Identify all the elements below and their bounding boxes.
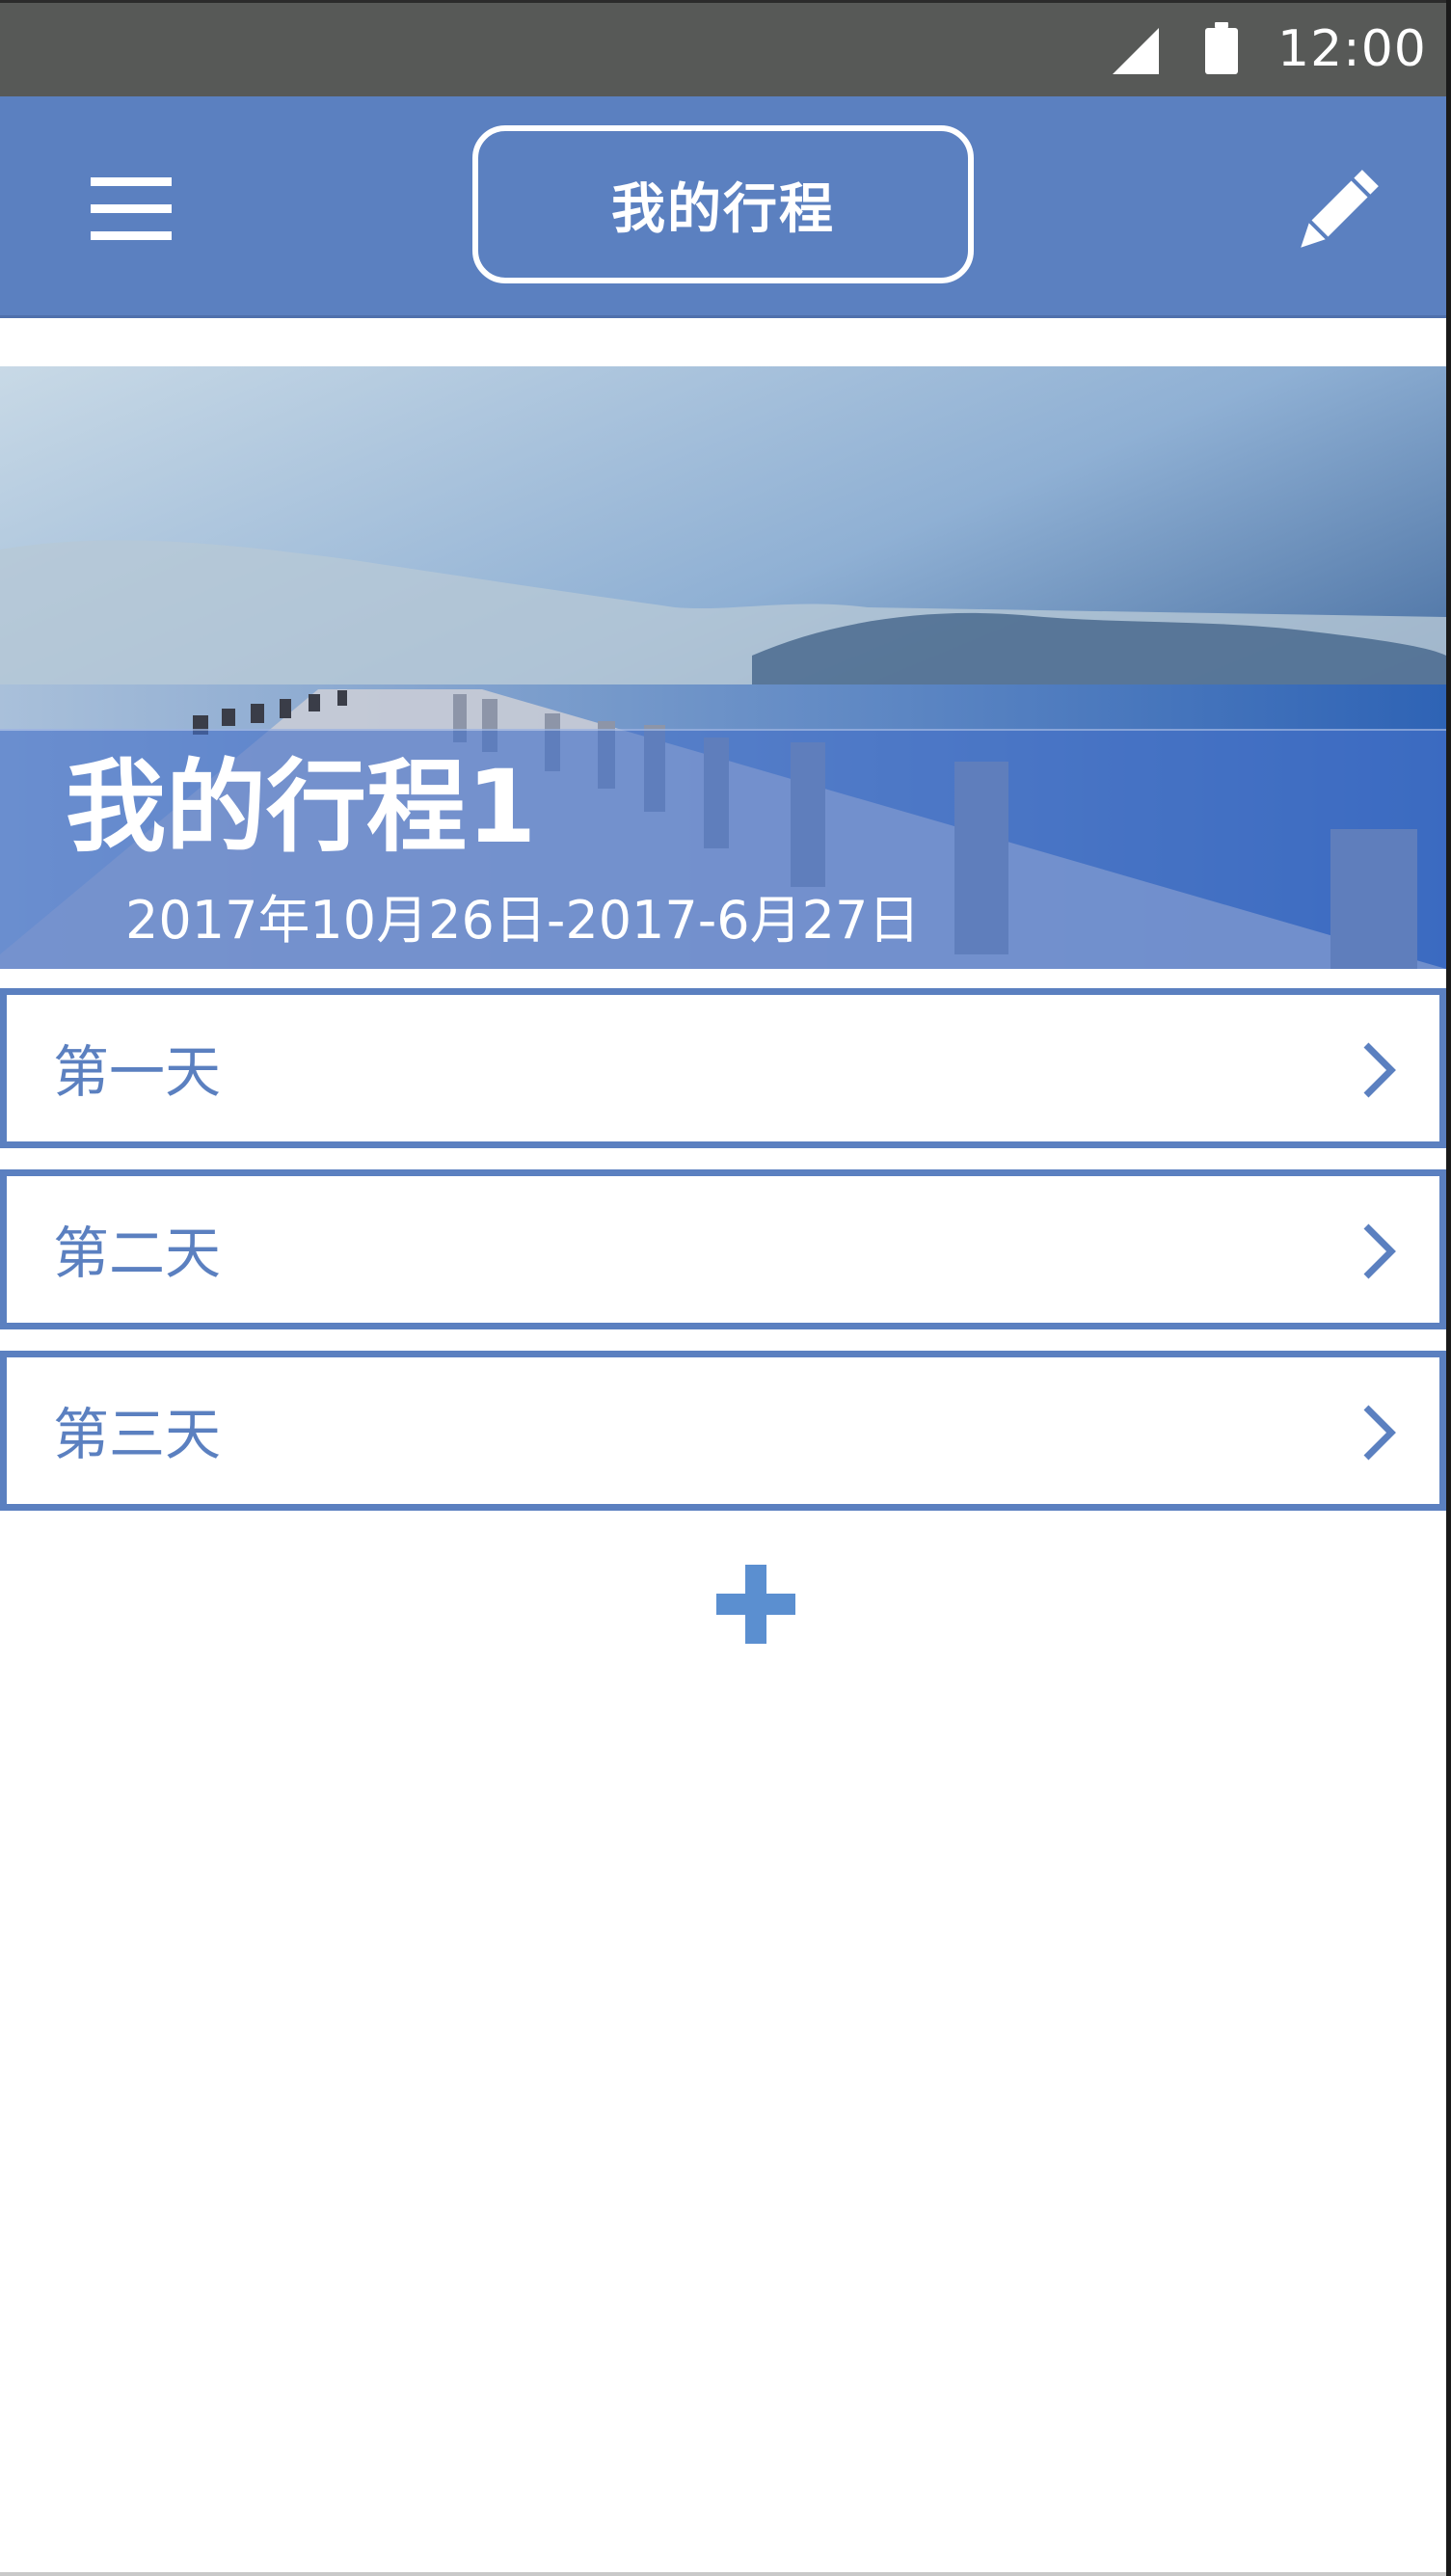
chevron-right-icon [1363, 1042, 1396, 1098]
day-row-2[interactable]: 第二天 [0, 1169, 1446, 1329]
status-time: 12:00 [1277, 20, 1427, 78]
trip-dates: 2017年10月26日-2017-6月27日 [125, 890, 921, 951]
add-day-button[interactable] [713, 1562, 798, 1647]
signal-icon [1113, 28, 1159, 74]
chevron-right-icon [1363, 1405, 1396, 1461]
day-label: 第三天 [53, 1402, 222, 1467]
day-label: 第一天 [53, 1039, 222, 1105]
status-bar: 12:00 [0, 0, 1446, 96]
trip-cover-image: 我的行程1 2017年10月26日-2017-6月27日 [0, 366, 1446, 969]
hamburger-menu-icon[interactable] [81, 170, 174, 247]
chevron-right-icon [1363, 1223, 1396, 1279]
day-row-3[interactable]: 第三天 [0, 1351, 1446, 1511]
battery-icon [1205, 22, 1238, 74]
app-bar: 我的行程 [0, 96, 1446, 318]
day-label: 第二天 [53, 1221, 222, 1286]
page-title-button[interactable]: 我的行程 [472, 125, 974, 283]
trip-title: 我的行程1 [66, 748, 537, 866]
app-screen: 12:00 我的行程 我的行程1 2017年10月26日-2017-6月27日 … [0, 0, 1451, 2576]
day-row-1[interactable]: 第一天 [0, 988, 1446, 1148]
pencil-icon[interactable] [1290, 166, 1383, 258]
